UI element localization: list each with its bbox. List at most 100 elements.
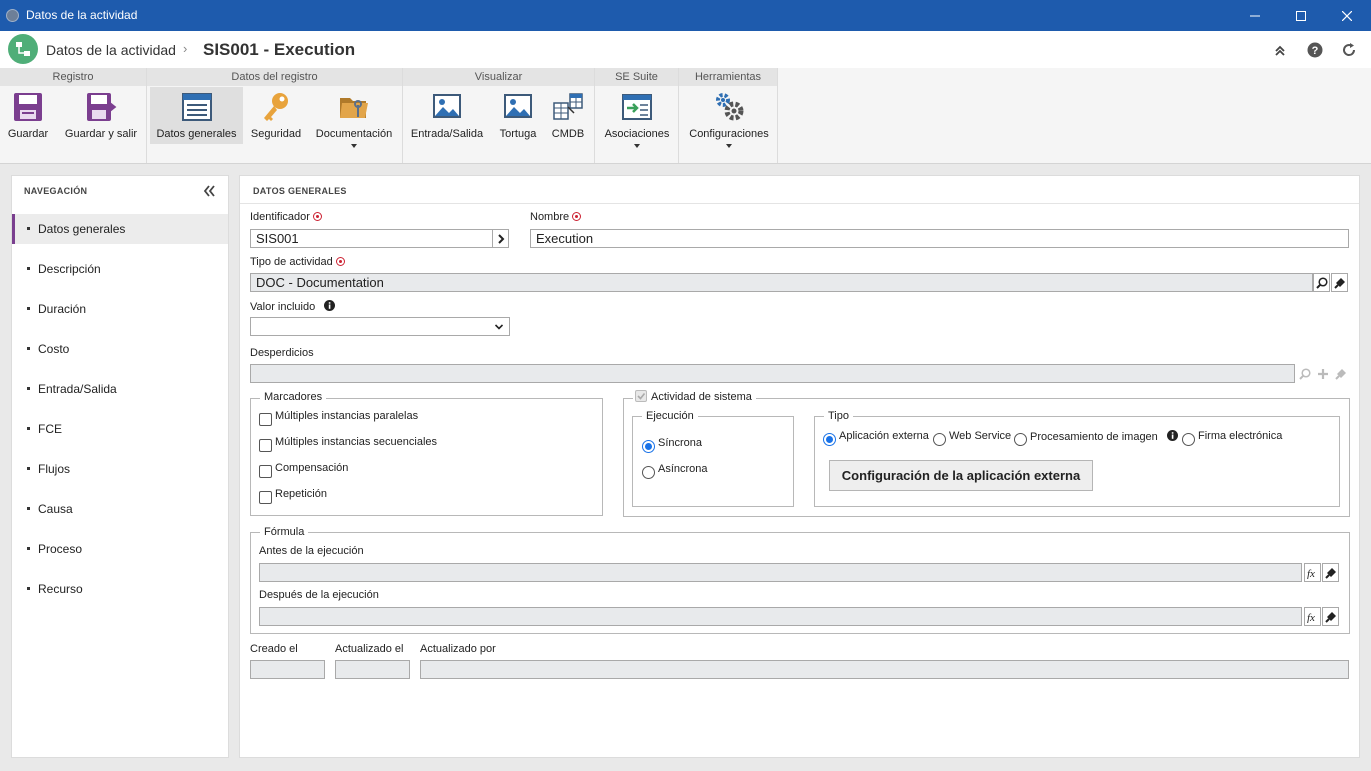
external-app-label: Aplicación externa [839,430,929,442]
external-app-config-button[interactable]: Configuración de la aplicación externa [829,460,1093,491]
repetition-checkbox[interactable] [259,491,272,504]
cmdb-grid-icon [553,93,583,120]
name-input[interactable]: Execution [530,229,1349,248]
collapse-left-icon[interactable] [201,183,217,199]
before-execution-input[interactable] [259,563,1302,582]
sync-radio[interactable] [642,440,655,453]
web-service-radio[interactable] [933,433,946,446]
bullet-icon [27,267,30,270]
bullet-icon [27,547,30,550]
minimize-icon [1250,15,1260,16]
security-button[interactable]: Seguridad [247,87,305,144]
bullet-icon [27,467,30,470]
system-activity-checkbox[interactable] [635,390,647,402]
nav-item-descripcion[interactable]: Descripción [12,254,228,284]
nav-item-recurso[interactable]: Recurso [12,574,228,604]
clear-waste-button[interactable] [1332,364,1349,383]
after-execution-input[interactable] [259,607,1302,626]
save-and-exit-button[interactable]: Guardar y salir [60,87,142,144]
close-button[interactable] [1324,0,1370,31]
svg-text:?: ? [1312,45,1319,57]
after-formula-button[interactable]: fx [1304,607,1321,626]
compensation-checkbox[interactable] [259,465,272,478]
electronic-signature-radio[interactable] [1182,433,1195,446]
before-execution-label: Antes de la ejecución [259,545,364,557]
form-icon [181,93,212,121]
external-app-radio[interactable] [823,433,836,446]
documentation-button[interactable]: Documentación [310,87,398,148]
svg-text:fx: fx [1307,568,1315,579]
close-icon [1342,10,1352,21]
image-icon [433,94,461,118]
waste-input[interactable] [250,364,1295,383]
clear-activity-type-button[interactable] [1331,273,1348,292]
help-icon[interactable]: ? [1306,41,1324,59]
nav-item-causa[interactable]: Causa [12,494,228,524]
activity-type-input[interactable]: DOC - Documentation [250,273,1313,292]
section-header: DATOS GENERALES [240,176,1359,204]
eraser-icon [1324,611,1336,623]
created-on-label: Creado el [250,643,298,655]
general-data-button[interactable]: Datos generales [150,87,243,144]
collapse-up-icon[interactable] [1271,41,1289,59]
electronic-signature-label: Firma electrónica [1198,430,1283,442]
ribbon-group-label: Datos del registro [147,68,402,86]
breadcrumb-separator-icon: › [183,41,188,56]
navigation-panel: NAVEGACIÓN Datos generales Descripción D… [11,175,229,758]
nav-item-costo[interactable]: Costo [12,334,228,364]
before-formula-button[interactable]: fx [1304,563,1321,582]
save-exit-icon [87,93,117,121]
save-icon [14,93,42,121]
search-waste-button[interactable] [1296,364,1313,383]
add-waste-button[interactable] [1314,364,1331,383]
search-activity-type-button[interactable] [1313,273,1330,292]
function-icon: fx [1307,612,1315,623]
image-processing-radio[interactable] [1014,433,1027,446]
image-icon [504,94,532,118]
eraser-icon [1324,567,1336,579]
type-legend: Tipo [824,410,853,422]
settings-button[interactable]: Configuraciones [683,87,775,148]
maximize-button[interactable] [1278,0,1324,31]
nav-item-duracion[interactable]: Duración [12,294,228,324]
formula-legend: Fórmula [260,526,309,538]
search-icon [1298,367,1311,380]
nav-item-datos-generales[interactable]: Datos generales [12,214,228,244]
included-value-select[interactable] [250,317,510,336]
page-title: SIS001 - Execution [203,40,356,59]
nav-item-entrada-salida[interactable]: Entrada/Salida [12,374,228,404]
nav-item-flujos[interactable]: Flujos [12,454,228,484]
sequential-instances-checkbox[interactable] [259,439,272,452]
bullet-icon [27,307,30,310]
save-button[interactable]: Guardar [3,87,53,144]
refresh-icon[interactable] [1340,41,1358,59]
breadcrumb[interactable]: Datos de la actividad [46,42,176,58]
eraser-icon [1333,277,1345,289]
ribbon-group-visualizar: Visualizar Entrada/Salida Tortuga CMDB [403,68,595,163]
async-radio[interactable] [642,466,655,479]
clear-before-formula-button[interactable] [1322,563,1339,582]
key-icon [264,93,288,121]
ribbon-group-registro: Registro Guardar Guardar y salir [0,68,147,163]
input-output-button[interactable]: Entrada/Salida [409,87,485,144]
ribbon-group-se-suite: SE Suite Asociaciones [595,68,679,163]
parallel-instances-checkbox[interactable] [259,413,272,426]
cmdb-button[interactable]: CMDB [547,87,589,144]
search-icon [1315,276,1328,289]
identifier-next-button[interactable] [492,229,509,248]
window-title: Datos de la actividad [26,8,138,22]
associations-button[interactable]: Asociaciones [599,87,675,148]
markers-legend: Marcadores [260,391,327,403]
navigation-title: NAVEGACIÓN [24,186,88,196]
plus-icon [1317,368,1328,379]
nav-item-proceso[interactable]: Proceso [12,534,228,564]
updated-by-input [420,660,1349,679]
web-service-label: Web Service [949,430,1012,442]
nav-item-fce[interactable]: FCE [12,414,228,444]
clear-after-formula-button[interactable] [1322,607,1339,626]
minimize-button[interactable] [1232,0,1278,31]
bullet-icon [27,387,30,390]
identifier-input[interactable]: SIS001 [250,229,494,248]
turtle-button[interactable]: Tortuga [495,87,541,144]
function-icon: fx [1307,568,1315,579]
